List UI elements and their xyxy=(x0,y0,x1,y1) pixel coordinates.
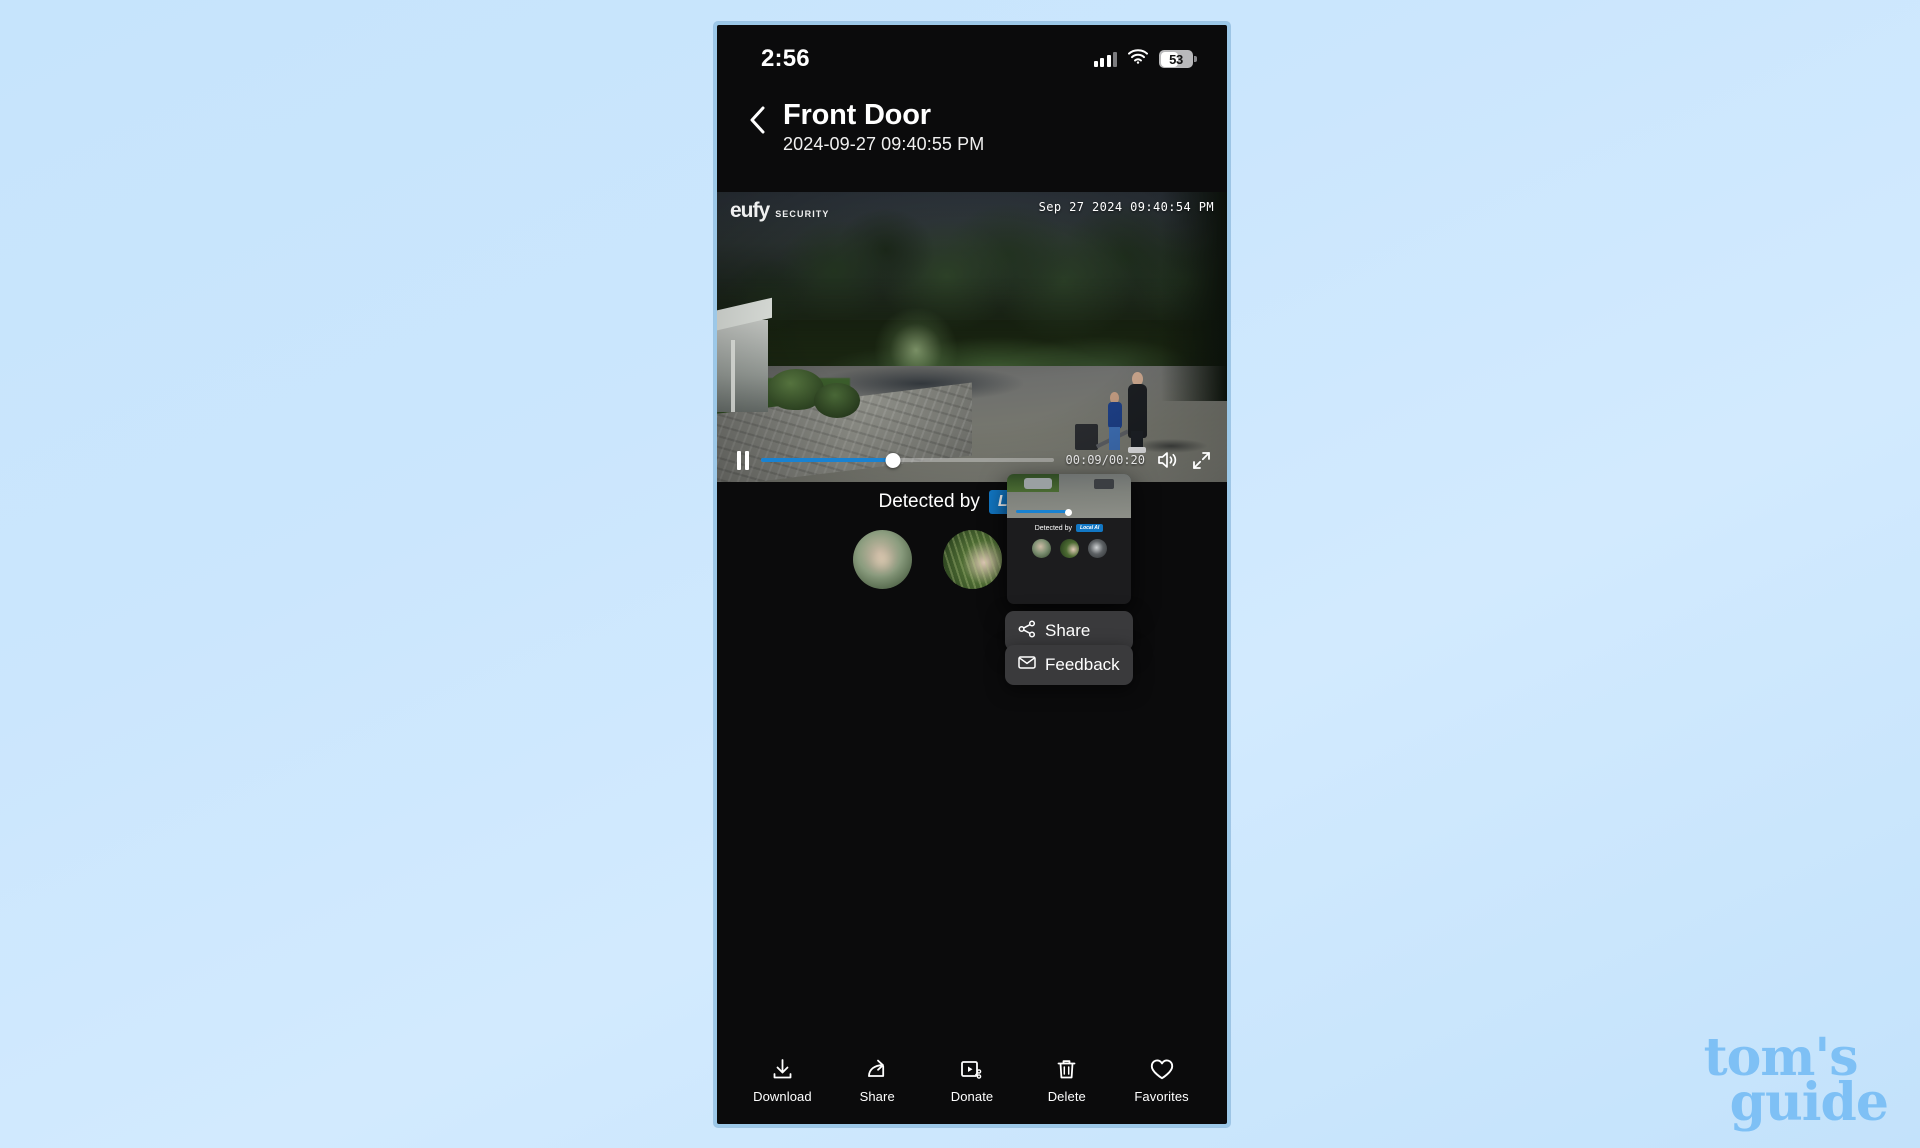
video-share-icon xyxy=(959,1056,984,1082)
preview-face-thumbnail-1 xyxy=(1031,539,1051,558)
share-preview-card: Detected by Local AI xyxy=(1007,474,1131,604)
context-menu-item-feedback[interactable]: Feedback xyxy=(1005,645,1133,685)
toolbar-label-share: Share xyxy=(859,1089,895,1104)
bottom-toolbar: Download Share Donate Delete Favorites xyxy=(717,1056,1227,1104)
fullscreen-expand-icon[interactable] xyxy=(1192,451,1211,470)
toolbar-button-delete[interactable]: Delete xyxy=(1028,1056,1106,1104)
detection-thumbnails xyxy=(717,530,1227,589)
eufy-brand-label: eufy xyxy=(730,199,770,222)
toolbar-label-delete: Delete xyxy=(1047,1089,1086,1104)
preview-thumbnails xyxy=(1007,539,1131,558)
chevron-left-icon xyxy=(749,106,766,139)
preview-face-thumbnail-2 xyxy=(1059,539,1079,558)
page-title: Front Door xyxy=(783,99,931,131)
back-button[interactable] xyxy=(740,105,774,139)
video-time-label: 00:09/00:20 xyxy=(1065,453,1145,467)
status-bar-icons: 53 xyxy=(1093,49,1197,69)
toolbar-label-download: Download xyxy=(753,1089,812,1104)
trash-icon xyxy=(1054,1056,1079,1082)
face-thumbnail-1[interactable] xyxy=(852,530,912,589)
context-menu-label-share: Share xyxy=(1045,621,1091,640)
nav-header: Front Door 2024-09-27 09:40:55 PM xyxy=(717,83,1227,193)
phone-frame: 2:56 53 Front Door 2024-09-27 09:40:55 P… xyxy=(714,22,1230,1127)
battery-level-label: 53 xyxy=(1169,51,1183,67)
toolbar-button-share[interactable]: Share xyxy=(838,1056,916,1104)
preview-video-thumbnail xyxy=(1007,474,1131,518)
seek-fill xyxy=(761,458,893,462)
preview-detected-label: Detected by xyxy=(1034,524,1073,532)
toolbar-label-favorites: Favorites xyxy=(1134,1089,1189,1104)
heart-icon xyxy=(1149,1056,1175,1082)
context-menu-label-feedback: Feedback xyxy=(1045,655,1120,674)
phone-screen: 2:56 53 Front Door 2024-09-27 09:40:55 P… xyxy=(717,25,1227,1124)
toms-guide-watermark: tom's guide xyxy=(1704,1031,1889,1134)
detected-by-row: Detected by Local A xyxy=(717,490,1227,514)
preview-detected-row: Detected by Local AI xyxy=(1007,524,1131,532)
share-arrow-icon xyxy=(865,1056,890,1082)
title-block: Front Door 2024-09-27 09:40:55 PM xyxy=(783,99,1227,155)
eufy-watermark: eufy SECURITY xyxy=(730,200,830,221)
watermark-line-2: guide xyxy=(1729,1072,1889,1134)
battery-icon: 53 xyxy=(1159,50,1197,68)
toolbar-button-download[interactable]: Download xyxy=(743,1056,821,1104)
toolbar-label-donate: Donate xyxy=(950,1089,994,1104)
wifi-icon xyxy=(1128,49,1148,69)
detected-by-label: Detected by xyxy=(878,491,980,512)
status-bar: 2:56 53 xyxy=(717,25,1227,83)
toolbar-button-donate[interactable]: Donate xyxy=(933,1056,1011,1104)
download-icon xyxy=(770,1056,795,1082)
page-subtitle: 2024-09-27 09:40:55 PM xyxy=(783,134,985,155)
eufy-sub-label: SECURITY xyxy=(775,209,830,219)
preview-body: Detected by Local AI xyxy=(1007,518,1131,558)
video-seek-slider[interactable] xyxy=(761,450,1054,470)
status-bar-time: 2:56 xyxy=(761,45,810,72)
video-timestamp-overlay: Sep 27 2024 09:40:54 PM xyxy=(1038,200,1214,214)
video-controls-bar: 00:09/00:20 xyxy=(717,438,1227,482)
seek-knob[interactable] xyxy=(885,452,901,468)
volume-icon[interactable] xyxy=(1157,450,1180,470)
pause-icon[interactable] xyxy=(737,450,749,470)
video-player[interactable]: eufy SECURITY Sep 27 2024 09:40:54 PM 00… xyxy=(717,192,1227,482)
toolbar-button-favorites[interactable]: Favorites xyxy=(1123,1056,1201,1104)
face-thumbnail-2[interactable] xyxy=(942,530,1002,589)
preview-detection-badge: Local AI xyxy=(1076,524,1104,532)
preview-face-thumbnail-3 xyxy=(1087,539,1107,558)
envelope-icon xyxy=(1018,655,1036,675)
share-nodes-icon xyxy=(1018,619,1036,643)
cellular-signal-icon xyxy=(1093,51,1117,67)
